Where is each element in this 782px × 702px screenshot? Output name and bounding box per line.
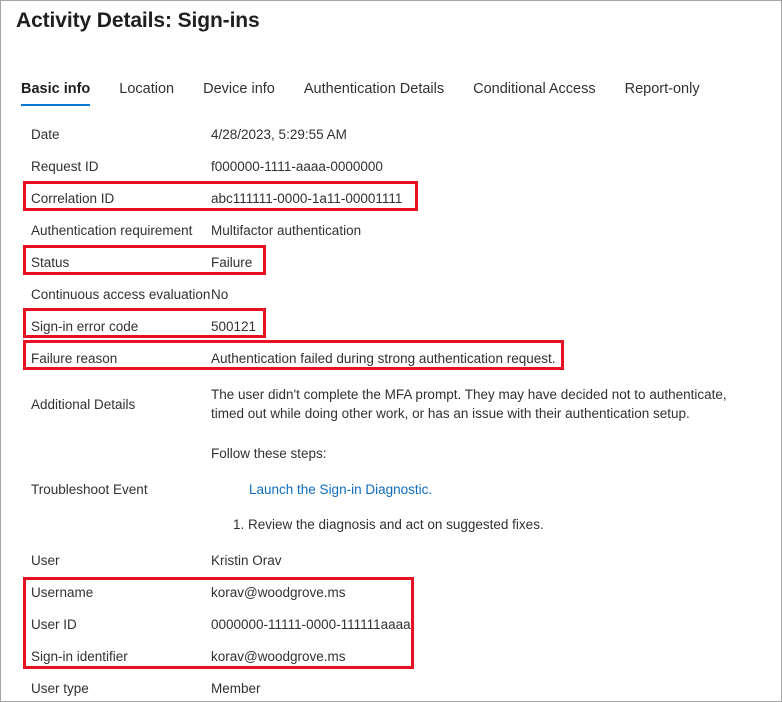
tab-device-info[interactable]: Device info — [203, 81, 275, 106]
row-value: Member — [211, 681, 782, 697]
row-value: 500121 — [211, 319, 782, 335]
row-label: Date — [31, 127, 211, 143]
launch-signin-diagnostic-link[interactable]: Launch the Sign-in Diagnostic. — [249, 481, 763, 498]
row-label: User ID — [31, 617, 211, 633]
row-label: Username — [31, 585, 211, 601]
row-value: f000000-1111-aaaa-0000000 — [211, 159, 782, 175]
row-label: Additional Details — [31, 396, 211, 413]
troubleshoot-content: Follow these steps: Launch the Sign-in D… — [211, 445, 782, 533]
row-label: Continuous access evaluation — [31, 287, 211, 303]
row-value: korav@woodgrove.ms — [211, 649, 782, 665]
user-link[interactable]: Kristin Orav — [211, 553, 782, 569]
row-value: 0000000-11111-0000-111111aaaa — [211, 617, 782, 633]
row-label: Correlation ID — [31, 191, 211, 207]
troubleshoot-step-1: 1. Review the diagnosis and act on sugge… — [233, 516, 763, 533]
table-row-signin-identifier: Sign-in identifier korav@woodgrove.ms — [1, 641, 782, 673]
table-row-request-id: Request ID f000000-1111-aaaa-0000000 — [1, 151, 782, 183]
activity-details-panel: Activity Details: Sign-ins Basic info Lo… — [0, 0, 782, 702]
row-label: Troubleshoot Event — [31, 481, 211, 498]
row-label: User type — [31, 681, 211, 697]
table-row-user-id: User ID 0000000-11111-0000-111111aaaa — [1, 609, 782, 641]
page-title: Activity Details: Sign-ins — [16, 9, 260, 33]
row-value: abc111111-0000-1a11-00001111 — [211, 191, 782, 207]
tab-authentication-details[interactable]: Authentication Details — [304, 81, 444, 106]
table-row-date: Date 4/28/2023, 5:29:55 AM — [1, 119, 782, 151]
row-value: Authentication failed during strong auth… — [211, 351, 782, 367]
table-row-signin-error-code: Sign-in error code 500121 — [1, 311, 782, 343]
table-row-username: Username korav@woodgrove.ms — [1, 577, 782, 609]
table-row-status: Status Failure — [1, 247, 782, 279]
table-row-continuous-access-evaluation: Continuous access evaluation No — [1, 279, 782, 311]
tab-conditional-access[interactable]: Conditional Access — [473, 81, 596, 106]
row-value: The user didn't complete the MFA prompt.… — [211, 385, 782, 423]
row-value: 4/28/2023, 5:29:55 AM — [211, 127, 782, 143]
tab-location[interactable]: Location — [119, 81, 174, 106]
row-value: No — [211, 287, 782, 303]
tab-bar: Basic info Location Device info Authenti… — [21, 81, 729, 106]
table-row-failure-reason: Failure reason Authentication failed dur… — [1, 343, 782, 375]
row-label: Request ID — [31, 159, 211, 175]
status-badge: Failure — [211, 255, 782, 271]
row-label: User — [31, 553, 211, 569]
row-label: Sign-in identifier — [31, 649, 211, 665]
row-label: Sign-in error code — [31, 319, 211, 335]
row-label: Failure reason — [31, 351, 211, 367]
table-row-user: User Kristin Orav — [1, 545, 782, 577]
row-label: Status — [31, 255, 211, 271]
row-value: Multifactor authentication — [211, 223, 782, 239]
table-row-additional-details: Additional Details The user didn't compl… — [1, 375, 782, 433]
details-list: Date 4/28/2023, 5:29:55 AM Request ID f0… — [1, 119, 782, 702]
table-row-user-type: User type Member — [1, 673, 782, 702]
tab-report-only[interactable]: Report-only — [625, 81, 700, 106]
tab-basic-info[interactable]: Basic info — [21, 81, 90, 106]
row-label: Authentication requirement — [31, 223, 211, 239]
table-row-authentication-requirement: Authentication requirement Multifactor a… — [1, 215, 782, 247]
row-value: korav@woodgrove.ms — [211, 585, 782, 601]
table-row-correlation-id: Correlation ID abc111111-0000-1a11-00001… — [1, 183, 782, 215]
table-row-troubleshoot-event: Troubleshoot Event Follow these steps: L… — [1, 433, 782, 545]
troubleshoot-intro: Follow these steps: — [211, 445, 763, 462]
